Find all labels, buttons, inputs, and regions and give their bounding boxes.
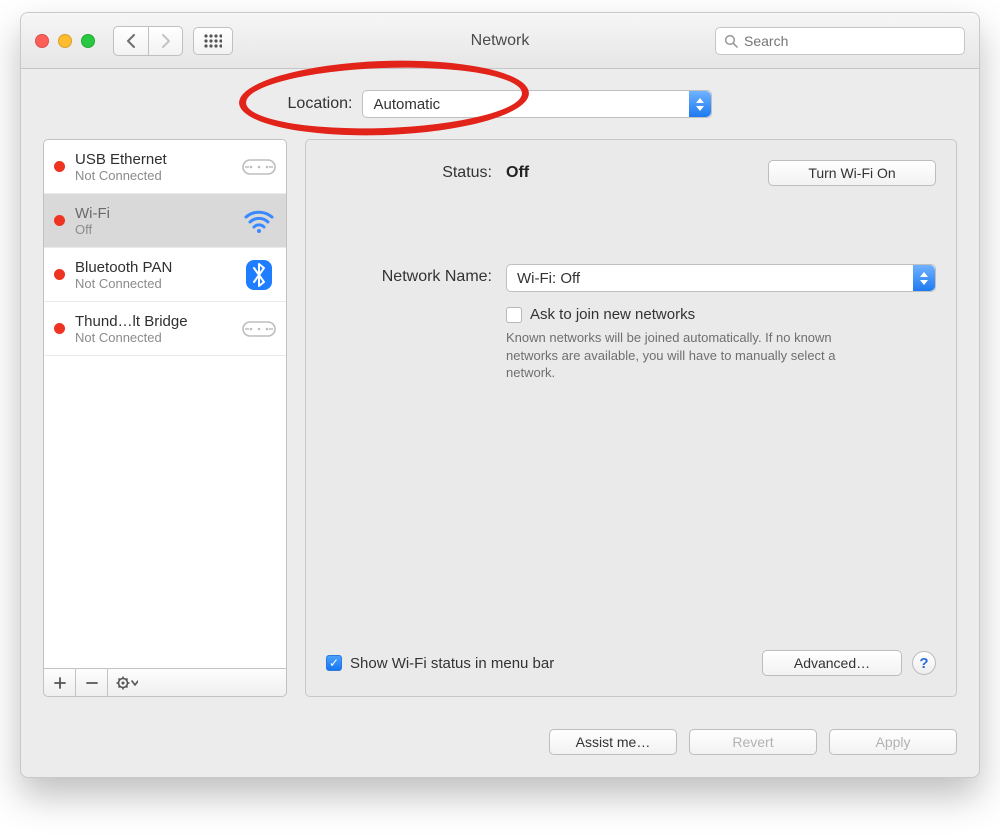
content: USB Ethernet Not Connected Wi-Fi Off <box>21 139 979 715</box>
network-name-select[interactable]: Wi-Fi: Off <box>506 264 936 292</box>
search-input[interactable] <box>744 33 956 49</box>
minus-icon <box>86 677 98 689</box>
toggle-wifi-button[interactable]: Turn Wi-Fi On <box>768 160 936 186</box>
bottom-bar: Assist me… Revert Apply <box>21 715 979 777</box>
location-value: Automatic <box>373 96 440 113</box>
stepper-icon <box>913 265 935 291</box>
service-list[interactable]: USB Ethernet Not Connected Wi-Fi Off <box>43 139 287 669</box>
plus-icon <box>54 677 66 689</box>
service-item-bluetooth-pan[interactable]: Bluetooth PAN Not Connected <box>44 248 286 302</box>
status-value: Off <box>506 164 529 181</box>
status-label: Status: <box>326 164 492 182</box>
network-name-value: Wi-Fi: Off <box>517 270 580 287</box>
revert-button[interactable]: Revert <box>689 729 817 755</box>
service-name: Bluetooth PAN <box>75 259 232 276</box>
search-field[interactable] <box>715 27 965 55</box>
ask-join-label: Ask to join new networks <box>530 306 695 323</box>
service-item-thunderbolt-bridge[interactable]: Thund…lt Bridge Not Connected <box>44 302 286 356</box>
service-name: Wi-Fi <box>75 205 232 222</box>
zoom-window-button[interactable] <box>81 34 95 48</box>
back-button[interactable] <box>114 27 148 55</box>
location-row: Location: Automatic <box>21 69 979 139</box>
status-dot <box>54 215 65 226</box>
advanced-button[interactable]: Advanced… <box>762 650 902 676</box>
search-icon <box>724 34 738 48</box>
show-all-button[interactable] <box>193 27 233 55</box>
service-actions-button[interactable] <box>108 669 286 696</box>
service-item-usb-ethernet[interactable]: USB Ethernet Not Connected <box>44 140 286 194</box>
service-name: Thund…lt Bridge <box>75 313 232 330</box>
location-label: Location: <box>288 95 353 113</box>
checkbox-checked-icon <box>326 655 342 671</box>
ask-join-checkbox[interactable]: Ask to join new networks <box>506 306 936 323</box>
remove-service-button[interactable] <box>76 669 108 696</box>
network-name-label: Network Name: <box>326 264 492 286</box>
chevron-left-icon <box>126 34 136 48</box>
detail-panel: Status: Off Turn Wi-Fi On Network Name: … <box>305 139 957 697</box>
add-service-button[interactable] <box>44 669 76 696</box>
service-status: Not Connected <box>75 330 232 345</box>
ask-join-help: Known networks will be joined automatica… <box>506 329 876 382</box>
network-name-row: Network Name: Wi-Fi: Off <box>326 264 936 292</box>
service-item-wifi[interactable]: Wi-Fi Off <box>44 194 286 248</box>
status-dot <box>54 161 65 172</box>
chevron-right-icon <box>161 34 171 48</box>
bluetooth-icon <box>242 262 276 288</box>
stepper-icon <box>689 91 711 117</box>
grid-icon <box>204 34 222 48</box>
service-name: USB Ethernet <box>75 151 232 168</box>
window-controls <box>35 34 95 48</box>
assist-me-button[interactable]: Assist me… <box>549 729 677 755</box>
status-dot <box>54 323 65 334</box>
titlebar: Network <box>21 13 979 69</box>
sidebar: USB Ethernet Not Connected Wi-Fi Off <box>43 139 287 697</box>
ethernet-icon <box>242 154 276 180</box>
ethernet-icon <box>242 316 276 342</box>
network-preferences-window: Network Location: Automatic USB Ethernet… <box>20 12 980 778</box>
minimize-window-button[interactable] <box>58 34 72 48</box>
service-status: Not Connected <box>75 168 232 183</box>
status-row: Status: Off Turn Wi-Fi On <box>326 160 936 186</box>
forward-button[interactable] <box>148 27 182 55</box>
show-status-label: Show Wi-Fi status in menu bar <box>350 655 554 672</box>
checkbox-icon <box>506 307 522 323</box>
service-status: Off <box>75 222 232 237</box>
help-button[interactable]: ? <box>912 651 936 675</box>
ask-join-block: Ask to join new networks Known networks … <box>506 306 936 382</box>
detail-footer: Show Wi-Fi status in menu bar Advanced… … <box>326 650 936 676</box>
close-window-button[interactable] <box>35 34 49 48</box>
wifi-icon <box>242 208 276 234</box>
service-status: Not Connected <box>75 276 232 291</box>
service-list-toolbar <box>43 669 287 697</box>
apply-button[interactable]: Apply <box>829 729 957 755</box>
status-dot <box>54 269 65 280</box>
location-select[interactable]: Automatic <box>362 90 712 118</box>
show-status-checkbox[interactable]: Show Wi-Fi status in menu bar <box>326 655 554 672</box>
nav-buttons <box>113 26 183 56</box>
help-icon: ? <box>919 655 928 672</box>
gear-dropdown-icon <box>116 676 138 690</box>
